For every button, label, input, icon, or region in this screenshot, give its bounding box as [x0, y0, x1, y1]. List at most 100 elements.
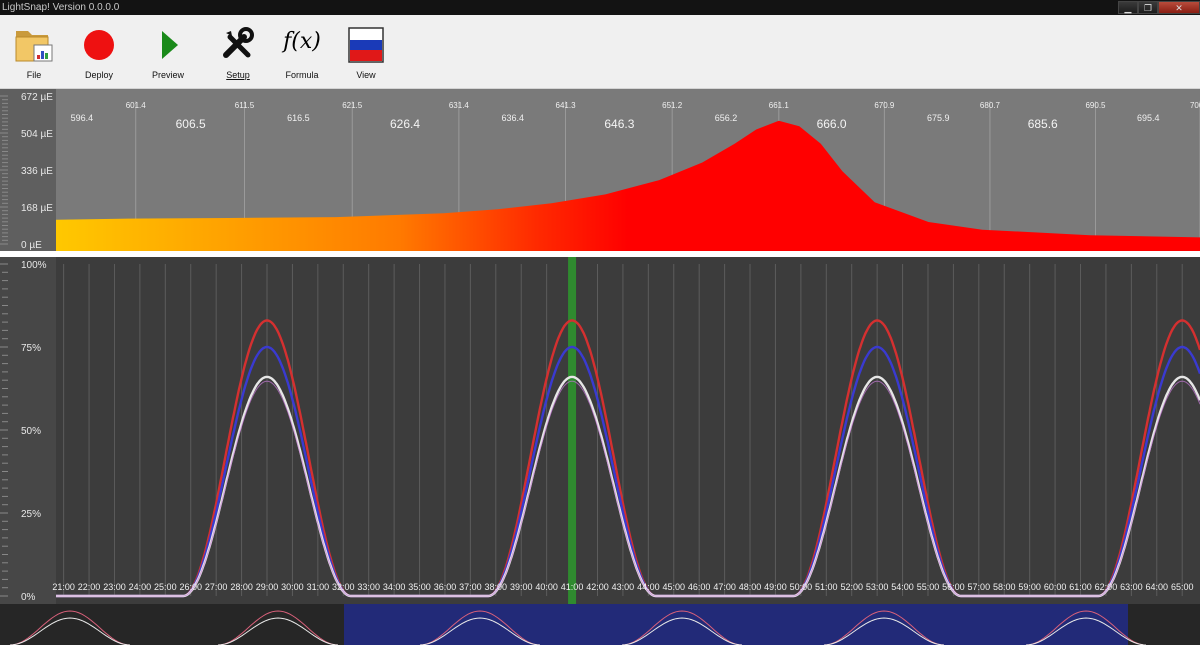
- view-label: View: [356, 70, 376, 80]
- wavelength-label: 601.4: [126, 101, 147, 110]
- timeline-series-shadow: [56, 380, 1200, 597]
- timeline-x-tick-label: 63:00: [1120, 582, 1143, 592]
- timeline-x-tick-label: 65:00: [1171, 582, 1194, 592]
- setup-button[interactable]: Setup: [208, 25, 268, 85]
- timeline-x-tick-label: 27:00: [205, 582, 228, 592]
- timeline-x-tick-label: 24:00: [129, 582, 152, 592]
- timeline-x-tick-label: 43:00: [612, 582, 635, 592]
- wavelength-label-major: 626.4: [390, 117, 420, 131]
- timeline-x-tick-label: 37:00: [459, 582, 482, 592]
- toolbar: File Deploy Preview Setup f(x) Formula V…: [0, 15, 1200, 89]
- timeline-x-tick-label: 29:00: [256, 582, 279, 592]
- setup-label: Setup: [226, 70, 250, 80]
- folder-icon: [15, 31, 53, 62]
- wavelength-label: 661.1: [769, 101, 790, 110]
- timeline-x-tick-label: 51:00: [815, 582, 838, 592]
- timeline-x-tick-label: 21:00: [52, 582, 75, 592]
- window-title: LightSnap! Version 0.0.0.0: [2, 2, 120, 13]
- timeline-x-tick-label: 35:00: [408, 582, 431, 592]
- timeline-x-tick-label: 50:00: [790, 582, 813, 592]
- wavelength-label: 651.2: [662, 101, 683, 110]
- timeline-x-tick-label: 44:00: [637, 582, 660, 592]
- wavelength-label-major: 685.6: [1028, 117, 1058, 131]
- overview-strip[interactable]: [0, 604, 1200, 645]
- timeline-chart-panel[interactable]: 100% 75% 50% 25% 0% 21:00 22:00 23:00 24:00 25:00…: [0, 257, 1200, 604]
- wavelength-label: 596.4: [71, 113, 94, 123]
- timeline-x-tick-label: 58:00: [993, 582, 1016, 592]
- timeline-y-tick-label: 50%: [21, 426, 41, 437]
- timeline-x-tick-label: 53:00: [866, 582, 889, 592]
- timeline-x-tick-label: 62:00: [1095, 582, 1118, 592]
- wavelength-label-major: 646.3: [604, 117, 634, 131]
- spectrum-axis-ticks: [0, 95, 8, 245]
- timeline-x-tick-label: 47:00: [713, 582, 736, 592]
- timeline-x-tick-label: 39:00: [510, 582, 533, 592]
- preview-button[interactable]: Preview: [138, 25, 198, 85]
- minimize-button[interactable]: ▁: [1118, 1, 1138, 14]
- wavelength-label: 631.4: [449, 101, 470, 110]
- timeline-x-tick-label: 31:00: [307, 582, 330, 592]
- maximize-button[interactable]: ❐: [1138, 1, 1158, 14]
- timeline-x-tick-label: 48:00: [739, 582, 762, 592]
- wavelength-label: 690.5: [1085, 101, 1106, 110]
- wavelength-label: 670.9: [874, 101, 895, 110]
- wavelength-label: 616.5: [287, 113, 310, 123]
- flag-icon: [348, 27, 384, 63]
- record-icon: [84, 30, 114, 60]
- timeline-x-tick-label: 49:00: [764, 582, 787, 592]
- timeline-y-tick-label: 0%: [21, 592, 36, 603]
- timeline-x-tick-label: 45:00: [662, 582, 685, 592]
- function-icon: f(x): [283, 29, 321, 54]
- overview-chart: [9, 604, 1147, 645]
- play-icon: [162, 31, 178, 59]
- spectrum-panel[interactable]: 672 µE 504 µE 336 µE 168 µE 0 µE 601.4 611.5 62…: [0, 89, 1200, 251]
- window-controls: ▁ ❐ ✕: [1118, 0, 1200, 15]
- wavelength-label: 656.2: [715, 113, 738, 123]
- file-label: File: [26, 70, 42, 80]
- timeline-chart: 100% 75% 50% 25% 0% 21:00 22:00 23:00 24:00 25:00…: [0, 257, 1200, 604]
- wavelength-label: 621.5: [342, 101, 363, 110]
- timeline-x-tick-label: 46:00: [688, 582, 711, 592]
- view-button[interactable]: View: [336, 25, 396, 85]
- timeline-x-tick-label: 64:00: [1146, 582, 1169, 592]
- close-button[interactable]: ✕: [1158, 1, 1200, 14]
- timeline-x-tick-label: 55:00: [917, 582, 940, 592]
- spectrum-y-tick-label: 672 µE: [21, 92, 53, 103]
- wavelength-label-major: 666.0: [817, 117, 847, 131]
- timeline-x-tick-label: 38:00: [485, 582, 508, 592]
- timeline-x-tick-label: 60:00: [1044, 582, 1067, 592]
- title-bar: LightSnap! Version 0.0.0.0 ▁ ❐ ✕: [0, 0, 1200, 15]
- overview-selection: [344, 604, 1128, 645]
- timeline-x-tick-label: 28:00: [230, 582, 253, 592]
- timeline-x-tick-label: 26:00: [179, 582, 202, 592]
- timeline-x-tick-label: 22:00: [78, 582, 101, 592]
- timeline-y-tick-label: 25%: [21, 509, 41, 520]
- deploy-label: Deploy: [84, 70, 113, 80]
- deploy-button[interactable]: Deploy: [69, 25, 129, 85]
- wavelength-label: 700.2: [1190, 101, 1200, 110]
- wavelength-label-major: 606.5: [176, 117, 206, 131]
- timeline-x-tick-label: 54:00: [891, 582, 914, 592]
- timeline-x-tick-label: 57:00: [968, 582, 991, 592]
- spectrum-area: [56, 120, 1200, 251]
- timeline-series-line: [56, 375, 1200, 598]
- timeline-y-tick-label: 100%: [21, 260, 47, 271]
- timeline-x-tick-label: 42:00: [586, 582, 609, 592]
- formula-label: Formula: [285, 70, 319, 80]
- file-button[interactable]: File: [4, 25, 64, 85]
- timeline-x-tick-label: 30:00: [281, 582, 304, 592]
- timeline-x-tick-label: 52:00: [840, 582, 863, 592]
- formula-button[interactable]: f(x) Formula: [272, 25, 332, 85]
- timeline-x-tick-label: 36:00: [434, 582, 457, 592]
- preview-label: Preview: [151, 70, 184, 80]
- timeline-x-tick-label: 34:00: [383, 582, 406, 592]
- spectrum-y-tick-label: 168 µE: [21, 203, 53, 214]
- timeline-x-tick-label: 25:00: [154, 582, 177, 592]
- timeline-x-tick-label: 41:00: [561, 582, 584, 592]
- spectrum-y-tick-label: 336 µE: [21, 166, 53, 177]
- timeline-x-tick-label: 23:00: [103, 582, 126, 592]
- wavelength-label: 611.5: [235, 101, 255, 110]
- spectrum-y-tick-label: 504 µE: [21, 129, 53, 140]
- timeline-x-tick-label: 33:00: [357, 582, 380, 592]
- timeline-x-tick-label: 61:00: [1069, 582, 1092, 592]
